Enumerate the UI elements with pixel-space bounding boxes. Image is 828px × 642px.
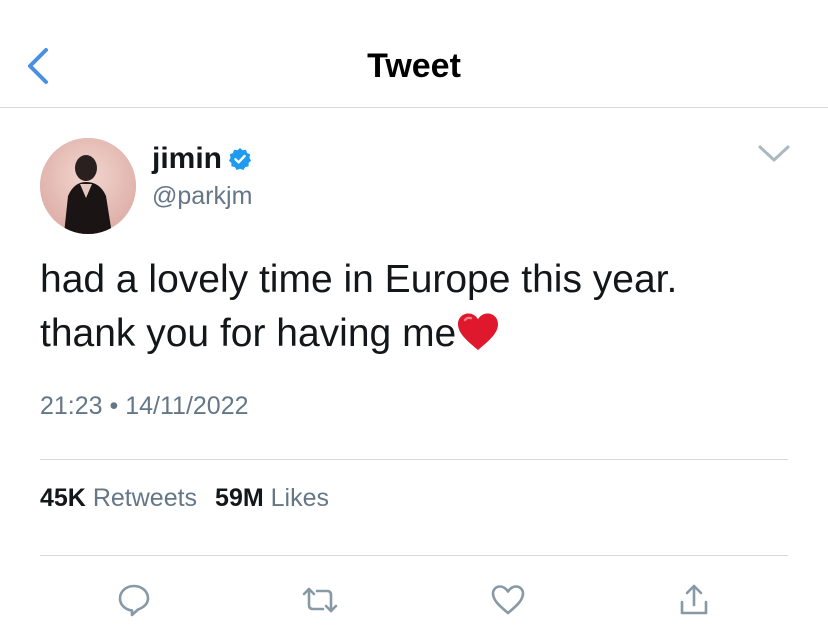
tweet-timestamp[interactable]: 21:23 • 14/11/2022	[40, 392, 249, 421]
profile-photo	[40, 138, 136, 234]
tweet-text-line-with-emoji: thank you for having me	[40, 307, 800, 361]
like-button[interactable]	[486, 578, 530, 622]
reply-button[interactable]	[112, 578, 156, 622]
verified-badge-icon	[228, 147, 252, 171]
retweets-label: Retweets	[92, 484, 198, 512]
tweet-stats: 45K Retweets 59M Likes	[40, 484, 329, 513]
timestamp-separator: •	[109, 392, 119, 420]
tweet-text-line: thank you for having me	[40, 312, 457, 355]
retweets-count: 45K	[40, 484, 86, 512]
share-button[interactable]	[672, 578, 716, 622]
page-title: Tweet	[367, 47, 461, 85]
tweet-text: had a lovely time in Europe this year. t…	[40, 253, 800, 361]
likes-label: Likes	[270, 484, 330, 512]
tweet-text-line: had a lovely time in Europe this year.	[40, 258, 678, 301]
avatar[interactable]	[40, 138, 136, 234]
chevron-down-icon	[758, 145, 790, 162]
red-heart-emoji-icon	[456, 312, 500, 352]
share-icon	[680, 584, 708, 615]
retweet-icon	[302, 587, 338, 613]
likes-count: 59M	[215, 484, 264, 512]
display-name[interactable]: jimin	[152, 142, 222, 176]
divider	[40, 555, 788, 556]
tweet-date: 14/11/2022	[125, 392, 249, 420]
retweet-button[interactable]	[298, 578, 342, 622]
user-handle[interactable]: @parkjm	[152, 182, 252, 211]
tweet-time: 21:23	[40, 392, 103, 420]
author-name-row[interactable]: jimin	[152, 140, 252, 178]
likes-stat[interactable]: 59M Likes	[215, 484, 329, 513]
more-options-button[interactable]	[756, 140, 792, 168]
like-icon	[491, 585, 525, 615]
reply-icon	[118, 584, 150, 617]
divider	[40, 459, 788, 460]
retweets-stat[interactable]: 45K Retweets	[40, 484, 197, 513]
header-bar: Tweet	[0, 0, 828, 108]
